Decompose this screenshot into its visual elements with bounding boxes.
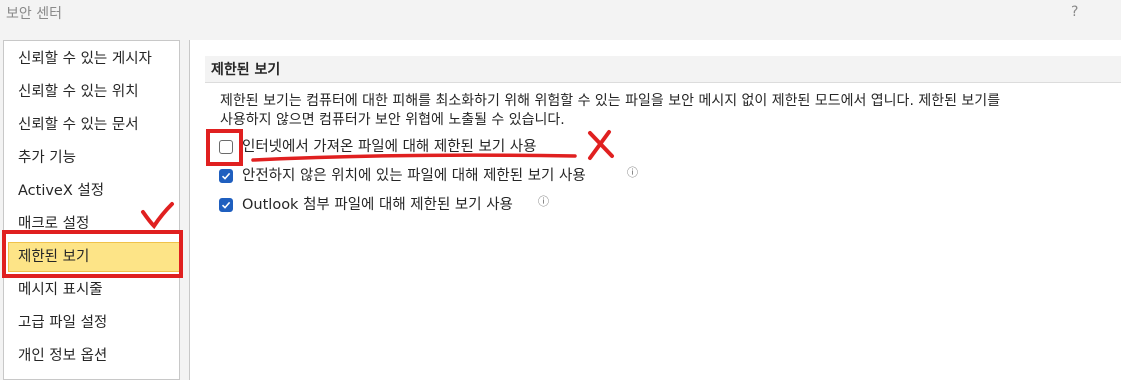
sidebar-item-trusted-locations[interactable]: 신뢰할 수 있는 위치 xyxy=(8,77,180,107)
sidebar-item-trusted-documents[interactable]: 신뢰할 수 있는 문서 xyxy=(8,110,180,140)
option-unsafe-locations-label[interactable]: 안전하지 않은 위치에 있는 파일에 대해 제한된 보기 사용 xyxy=(242,166,586,186)
sidebar-item-macro-settings[interactable]: 매크로 설정 xyxy=(8,209,180,239)
sidebar-item-privacy-options[interactable]: 개인 정보 옵션 xyxy=(8,341,180,371)
sidebar-item-file-block-settings[interactable]: 고급 파일 설정 xyxy=(8,308,180,338)
checkbox-internet-files[interactable] xyxy=(219,140,233,154)
help-button[interactable]: ? xyxy=(1071,4,1078,20)
section-header: 제한된 보기 xyxy=(205,56,1121,83)
window-title: 보안 센터 xyxy=(6,6,62,22)
sidebar: 신뢰할 수 있는 게시자 신뢰할 수 있는 위치 신뢰할 수 있는 문서 추가 … xyxy=(3,40,180,380)
checkbox-outlook-attachments[interactable] xyxy=(219,198,233,212)
info-icon[interactable]: ⓘ xyxy=(538,193,549,209)
option-internet-files-label[interactable]: 인터넷에서 가져온 파일에 대해 제한된 보기 사용 xyxy=(242,137,536,157)
option-outlook-attachments-label[interactable]: Outlook 첨부 파일에 대해 제한된 보기 사용 xyxy=(242,195,513,215)
check-icon xyxy=(221,172,231,180)
section-description: 제한된 보기는 컴퓨터에 대한 피해를 최소화하기 위해 위험할 수 있는 파일… xyxy=(220,93,1001,128)
info-icon[interactable]: ⓘ xyxy=(627,164,638,180)
sidebar-item-protected-view[interactable]: 제한된 보기 xyxy=(8,242,180,272)
check-icon xyxy=(221,201,231,209)
sidebar-item-add-ins[interactable]: 추가 기능 xyxy=(8,143,180,173)
section-title: 제한된 보기 xyxy=(211,62,281,78)
sidebar-item-activex-settings[interactable]: ActiveX 설정 xyxy=(8,176,180,206)
main-panel: 제한된 보기 제한된 보기는 컴퓨터에 대한 피해를 최소화하기 위해 위험할 … xyxy=(189,40,1121,380)
sidebar-item-message-bar[interactable]: 메시지 표시줄 xyxy=(8,275,180,305)
sidebar-item-trusted-publishers[interactable]: 신뢰할 수 있는 게시자 xyxy=(8,44,180,74)
checkbox-unsafe-locations[interactable] xyxy=(219,169,233,183)
